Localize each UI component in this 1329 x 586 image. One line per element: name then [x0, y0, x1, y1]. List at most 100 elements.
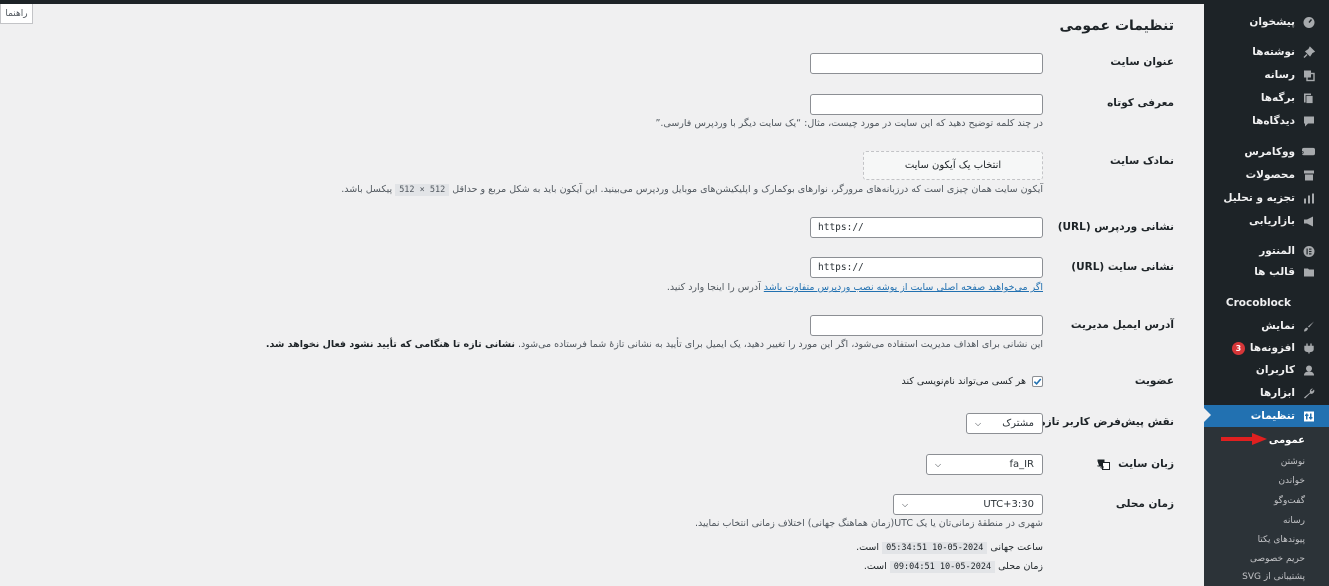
- help-tab-button[interactable]: راهنما: [0, 4, 33, 24]
- plugin-icon: [1302, 342, 1315, 355]
- sidebar-item-label: افزونه‌ها: [1249, 342, 1295, 354]
- sidebar-item-label: قالب ها: [1254, 266, 1295, 278]
- admin-email-label: آدرس ایمیل مدیریت: [1070, 319, 1174, 331]
- sidebar-item-label: ووکامرس: [1244, 146, 1295, 158]
- sidebar-item-label: المنتور: [1259, 245, 1295, 257]
- comment-icon: [1302, 115, 1315, 128]
- utc-time-row: ساعت جهانی 2024-05-10 05:34:51 است.: [856, 542, 1043, 554]
- sidebar-item-label: رسانه: [1264, 69, 1295, 81]
- sidebar-item-elementor[interactable]: المنتور: [1204, 240, 1329, 262]
- sidebar-item-label: نمایش: [1261, 320, 1295, 332]
- sidebar-item-tools[interactable]: ابزارها: [1204, 382, 1329, 404]
- submenu-item-media[interactable]: رسانه: [1204, 511, 1329, 530]
- chevron-down-icon: ⌵: [975, 418, 982, 428]
- tagline-label: معرفی کوتاه: [1107, 97, 1174, 109]
- utc-time-prefix: ساعت جهانی: [990, 542, 1043, 553]
- timezone-label: زمان محلی: [1115, 498, 1174, 510]
- site-icon-desc-suffix: پیکسل باشد.: [341, 184, 393, 195]
- sidebar-item-crocoblock[interactable]: Crocoblock: [1204, 292, 1329, 314]
- timezone-description: شهری در منطقهٔ زمانی‌تان یا یک UTC(زمان …: [694, 518, 1043, 529]
- sidebar-item-settings[interactable]: تنظیمات: [1204, 405, 1329, 427]
- translation-icon: Aa: [1097, 459, 1111, 470]
- chart-icon: [1302, 192, 1315, 205]
- membership-checkbox-label[interactable]: هر کسی می‌تواند نام‌نویسی کند: [902, 376, 1026, 387]
- sidebar-item-appearance[interactable]: نمایش: [1204, 315, 1329, 337]
- sidebar-item-label: تنظیمات: [1250, 410, 1295, 422]
- local-time-value: 2024-05-10 09:04:51: [889, 561, 996, 573]
- sidebar-item-woocommerce[interactable]: woo ووکامرس: [1204, 141, 1329, 163]
- submenu-item-permalinks[interactable]: پیوندهای یکتا: [1204, 530, 1329, 549]
- admin-email-desc-bold: نشانی تازه تا هنگامی که تأیید نشود فعال …: [265, 339, 515, 350]
- submenu-item-svg-support[interactable]: پشتیبانی از SVG: [1204, 567, 1329, 586]
- sidebar-item-label: نوشته‌ها: [1252, 46, 1295, 58]
- timezone-value: UTC+3:30: [983, 499, 1034, 510]
- sidebar-item-marketing[interactable]: بازاریابی: [1204, 210, 1329, 232]
- woo-icon: woo: [1302, 146, 1315, 159]
- admin-email-input[interactable]: [810, 315, 1043, 336]
- sidebar-item-dashboard[interactable]: پیشخوان: [1204, 11, 1329, 33]
- chevron-down-icon: ⌵: [902, 499, 909, 509]
- settings-icon: [1302, 410, 1315, 423]
- utc-time-value: 2024-05-10 05:34:51: [882, 542, 988, 554]
- wp-url-input[interactable]: https://: [810, 217, 1043, 238]
- wrench-icon: [1302, 387, 1315, 400]
- membership-checkbox[interactable]: [1032, 376, 1043, 387]
- sidebar-item-media[interactable]: رسانه: [1204, 64, 1329, 86]
- sidebar-item-products[interactable]: محصولات: [1204, 164, 1329, 186]
- wp-url-label: نشانی وردپرس (URL): [1057, 221, 1174, 233]
- sidebar-item-label: پیشخوان: [1249, 16, 1295, 28]
- admin-sidebar: پیشخوان نوشته‌ها رسانه برگه‌ها دیدگاه‌ها…: [1204, 4, 1329, 586]
- site-language-label: زبان سایت Aa: [1097, 458, 1174, 470]
- site-language-select[interactable]: fa_IR ⌵: [926, 454, 1043, 475]
- site-icon-desc-text: آیکون سایت همان چیزی است که درزبانه‌های …: [452, 184, 1043, 195]
- pin-icon: [1302, 46, 1315, 59]
- checkmark-icon: [1033, 378, 1042, 386]
- dashboard-icon: [1302, 16, 1315, 29]
- sidebar-item-label: دیدگاه‌ها: [1252, 115, 1295, 127]
- submenu-item-privacy[interactable]: حریم خصوصی: [1204, 549, 1329, 568]
- tagline-description: در چند کلمه توضیح دهید که این سایت در مو…: [655, 118, 1043, 129]
- submenu-item-reading[interactable]: خواندن: [1204, 471, 1329, 490]
- settings-content: تنظیمات عمومی عنوان سایت معرفی کوتاه در …: [33, 4, 1204, 586]
- media-icon: [1302, 69, 1315, 82]
- update-count-badge: 3: [1231, 341, 1245, 355]
- site-url-help-link[interactable]: اگر می‌خواهید صفحه اصلی سایت از پوشه نصب…: [764, 282, 1043, 293]
- page-title: تنظیمات عمومی: [1059, 18, 1174, 34]
- membership-label: عضویت: [1134, 375, 1174, 387]
- choose-site-icon-button[interactable]: انتخاب یک آیکون سایت: [863, 151, 1043, 180]
- sidebar-item-users[interactable]: کاربران: [1204, 359, 1329, 381]
- svg-text:A: A: [1097, 460, 1099, 467]
- site-url-desc-suffix: آدرس را اینجا وارد کنید.: [666, 282, 761, 293]
- site-title-label: عنوان سایت: [1110, 56, 1174, 68]
- site-url-description: اگر می‌خواهید صفحه اصلی سایت از پوشه نصب…: [667, 282, 1043, 293]
- submenu-item-writing[interactable]: نوشتن: [1204, 452, 1329, 471]
- default-role-value: مشترک: [1002, 418, 1034, 429]
- user-icon: [1302, 364, 1315, 377]
- sidebar-item-label: Crocoblock: [1225, 297, 1291, 309]
- site-url-input[interactable]: https://: [810, 257, 1043, 278]
- sidebar-item-plugins[interactable]: افزونه‌ها 3: [1204, 337, 1329, 359]
- sidebar-item-analytics[interactable]: تجزیه و تحلیل: [1204, 187, 1329, 209]
- sidebar-item-pages[interactable]: برگه‌ها: [1204, 87, 1329, 109]
- sidebar-item-posts[interactable]: نوشته‌ها: [1204, 41, 1329, 63]
- site-url-label: نشانی سایت (URL): [1071, 261, 1174, 273]
- submenu-item-discussion[interactable]: گفت‌وگو: [1204, 491, 1329, 510]
- sidebar-item-label: کاربران: [1255, 364, 1295, 376]
- tagline-input[interactable]: [810, 94, 1043, 115]
- site-title-input[interactable]: [810, 53, 1043, 74]
- sidebar-item-comments[interactable]: دیدگاه‌ها: [1204, 110, 1329, 132]
- current-menu-pointer: [1204, 408, 1211, 422]
- sidebar-item-label: بازاریابی: [1248, 215, 1295, 227]
- red-arrow-icon: [1221, 433, 1267, 445]
- utc-time-suffix: است.: [856, 542, 880, 553]
- sidebar-item-label: محصولات: [1245, 169, 1295, 181]
- local-time-prefix: زمان محلی: [998, 561, 1043, 572]
- sidebar-item-templates[interactable]: قالب ها: [1204, 261, 1329, 283]
- timezone-select[interactable]: UTC+3:30 ⌵: [893, 494, 1043, 515]
- site-language-value: fa_IR: [1009, 459, 1034, 470]
- admin-email-description: این نشانی برای اهداف مدیریت استفاده می‌ش…: [266, 339, 1043, 350]
- admin-email-desc-text: این نشانی برای اهداف مدیریت استفاده می‌ش…: [518, 339, 1043, 350]
- page-icon: [1302, 92, 1315, 105]
- default-role-label: نقش پیش‌فرض کاربر تازه: [1039, 416, 1174, 428]
- default-role-select[interactable]: مشترک ⌵: [966, 413, 1043, 434]
